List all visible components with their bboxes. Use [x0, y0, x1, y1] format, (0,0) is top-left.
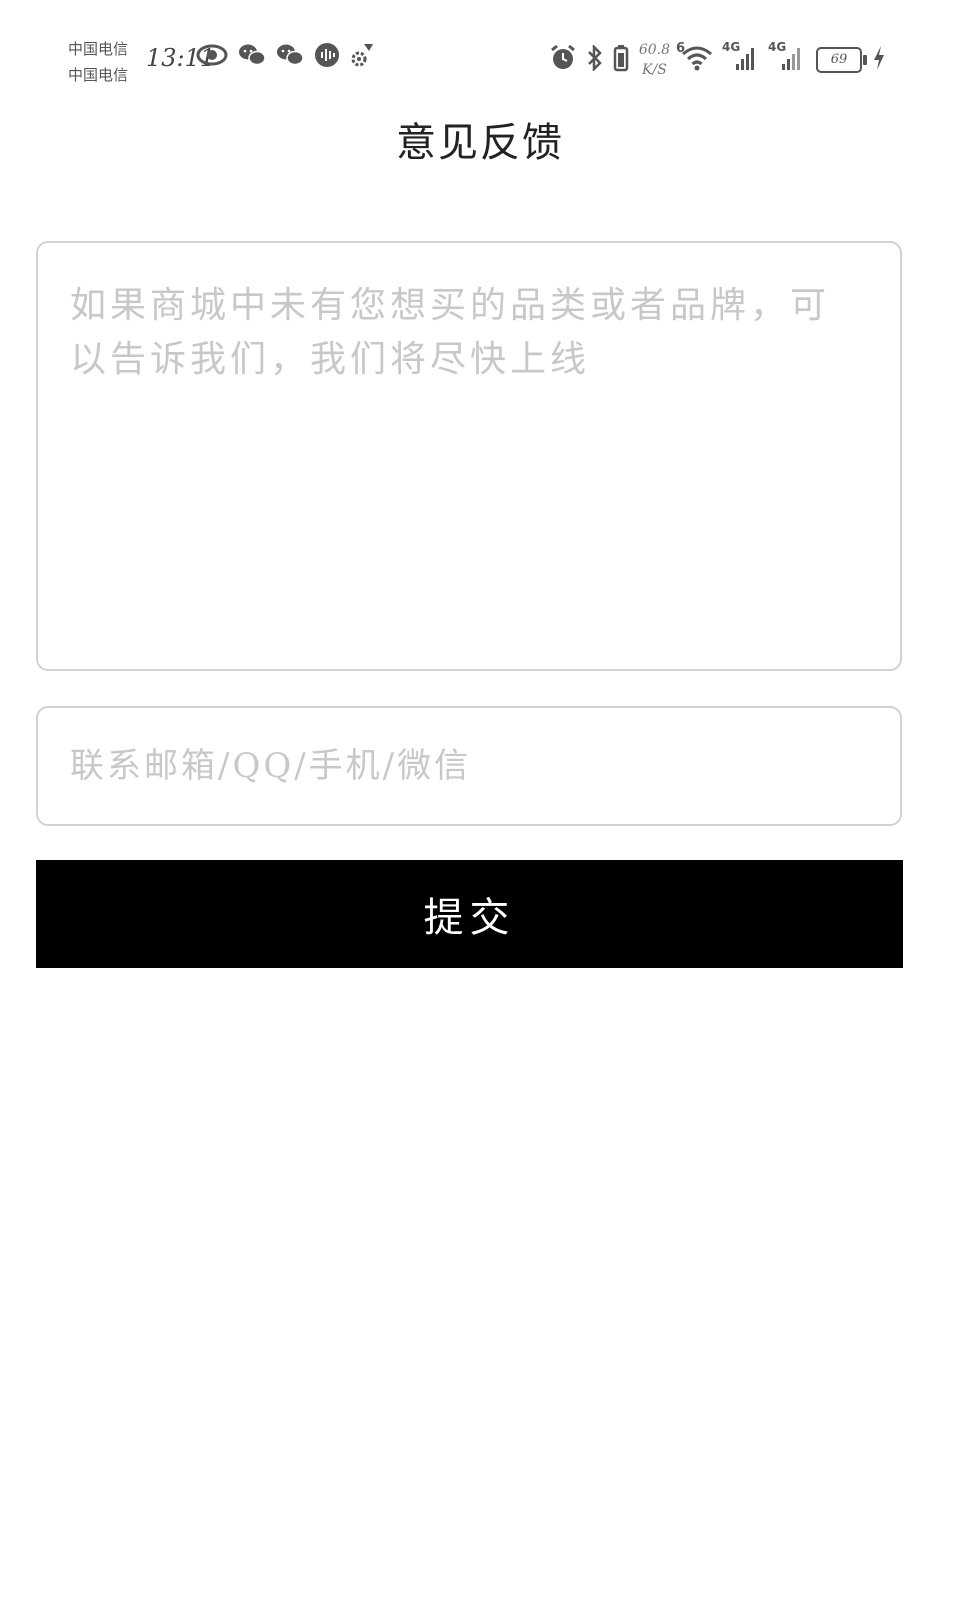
feedback-textarea-container: [36, 241, 902, 671]
contact-input-container: [36, 706, 902, 826]
battery-saver-icon: [613, 44, 629, 76]
net-speed-value: 60.8: [638, 42, 670, 58]
wechat-icon: [238, 43, 266, 71]
page-title: 意见反馈: [396, 120, 564, 166]
submit-button[interactable]: 提交: [36, 860, 903, 968]
alarm-icon: [549, 44, 577, 76]
carrier-info: 中国电信 中国电信: [68, 36, 128, 88]
gear-icon: [350, 42, 374, 72]
carrier-label-1: 中国电信: [68, 40, 129, 58]
contact-input[interactable]: [38, 708, 900, 824]
net-speed-unit: K/S: [642, 62, 667, 78]
net-speed: 60.8 K/S: [639, 40, 670, 80]
feedback-screen: 中国电信 中国电信 13:11 60.8 K/S 6 4G 4G 69 意见反馈…: [0, 0, 960, 1600]
wechat-icon: [276, 43, 304, 71]
feedback-textarea[interactable]: [38, 243, 900, 669]
signal-icon: 4G: [722, 40, 760, 76]
system-icons: 60.8 K/S 6 4G 4G 69: [549, 40, 886, 80]
wifi-label: 6: [676, 41, 686, 56]
voice-wave-icon: [314, 42, 340, 72]
wifi-icon: 6: [676, 41, 714, 75]
battery-icon: 69: [816, 47, 867, 73]
bluetooth-icon: [587, 43, 603, 75]
charging-icon: [872, 45, 886, 75]
signal-icon: 4G: [768, 40, 806, 76]
notification-icons: [196, 42, 374, 72]
status-bar: 中国电信 中国电信 13:11 60.8 K/S 6 4G 4G 69: [0, 0, 960, 110]
eye-icon: [196, 44, 228, 70]
signal-1-label: 4G: [722, 40, 741, 54]
signal-2-label: 4G: [768, 40, 787, 54]
carrier-label-2: 中国电信: [68, 66, 129, 84]
